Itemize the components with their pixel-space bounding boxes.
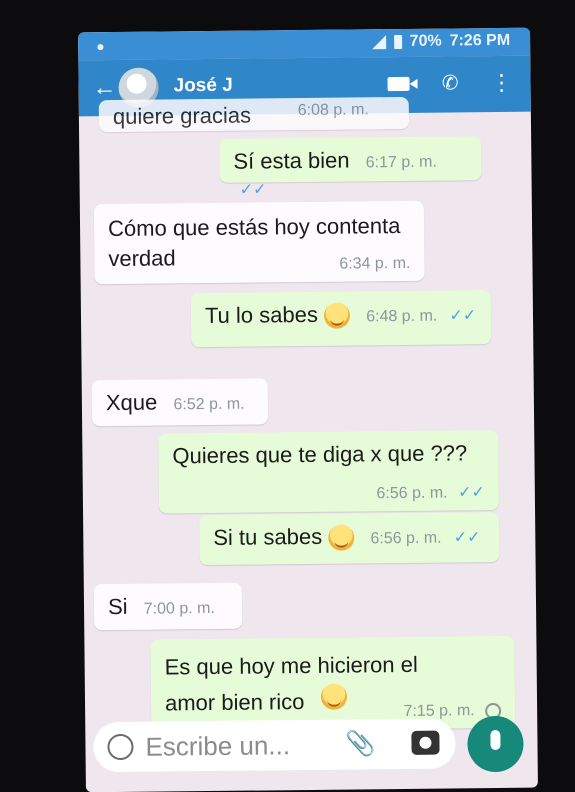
battery-icon [393, 34, 402, 50]
mic-button[interactable] [467, 715, 524, 773]
message-text: Quieres que te diga x que ??? [172, 440, 468, 469]
message-incoming[interactable]: Si 7:00 p. m. [93, 582, 243, 631]
message-time: 6:08 p. m. [297, 101, 369, 120]
message-text: Si tu sabes [213, 523, 323, 550]
more-options-icon[interactable]: ⋮ [490, 69, 512, 94]
message-incoming[interactable]: Cómo que estás hoy contenta verdad 6:34 … [93, 200, 425, 285]
back-arrow-icon[interactable]: ← [92, 74, 116, 102]
laughing-emoji-icon [323, 302, 351, 329]
phone-call-icon[interactable]: ✆ [442, 70, 459, 95]
header-actions: ✆ ⋮ [387, 69, 513, 96]
message-outgoing[interactable]: Es que hoy me hicieron el amor bien rico… [150, 635, 516, 732]
notification-icon: ● [96, 38, 105, 55]
double-check-icon: ✓✓ [449, 307, 477, 325]
message-time-text: 7:15 p. m. [403, 702, 475, 720]
message-outgoing[interactable]: Sí esta bien 6:17 p. m. ✓✓ [219, 136, 482, 199]
message-text: Si [107, 593, 128, 620]
message-outgoing[interactable]: Si tu sabes 6:56 p. m. ✓✓ [199, 511, 500, 566]
phone-screen: ● 70% 7:26 PM ← José J ✆ ⋮ quiere gracia… [78, 27, 538, 792]
smiling-emoji-icon [328, 524, 355, 551]
message-incoming[interactable]: Xque 6:52 p. m. [91, 378, 269, 427]
message-time: 6:52 p. m. [173, 395, 245, 414]
message-time: 6:34 p. m. [339, 254, 411, 273]
message-time: 6:48 p. m. [366, 307, 438, 326]
double-check-icon: ✓✓ [453, 529, 481, 547]
message-input[interactable]: Escribe un... 📎 [93, 718, 456, 773]
smiley-icon[interactable] [107, 733, 134, 761]
message-text: Tu lo sabes [204, 301, 319, 329]
message-incoming[interactable]: quiere gracias 6:08 p. m. [98, 96, 410, 133]
message-text: Sí esta bien [233, 147, 350, 174]
double-check-icon: ✓✓ [239, 181, 267, 199]
message-time-text: 6:56 p. m. [376, 484, 448, 503]
mic-icon [490, 729, 501, 751]
double-check-icon: ✓✓ [457, 484, 485, 502]
message-text: Xque [105, 389, 158, 416]
message-time: 6:56 p. m. [370, 529, 442, 548]
message-input-placeholder[interactable]: Escribe un... [145, 730, 290, 763]
message-time: 6:17 p. m. [365, 153, 437, 172]
video-call-icon[interactable] [387, 76, 410, 91]
message-time: 6:56 p. m. ✓✓ [376, 482, 485, 503]
message-time: 7:00 p. m. [143, 599, 215, 618]
contact-name[interactable]: José J [173, 75, 232, 98]
smiling-emoji-icon [320, 683, 348, 710]
attach-clip-icon[interactable]: 📎 [345, 729, 375, 758]
message-outgoing[interactable]: Quieres que te diga x que ??? 6:56 p. m.… [158, 429, 500, 514]
camera-icon[interactable] [411, 730, 440, 755]
signal-icon [371, 35, 386, 50]
clock-time: 7:26 PM [449, 31, 511, 50]
message-text: quiere gracias [112, 102, 252, 130]
status-right: 70% 7:26 PM [371, 31, 511, 51]
message-outgoing[interactable]: Tu lo sabes 6:48 p. m. ✓✓ [190, 290, 492, 348]
battery-percent: 70% [409, 32, 442, 50]
message-list[interactable]: quiere gracias 6:08 p. m. Sí esta bien 6… [79, 96, 538, 792]
